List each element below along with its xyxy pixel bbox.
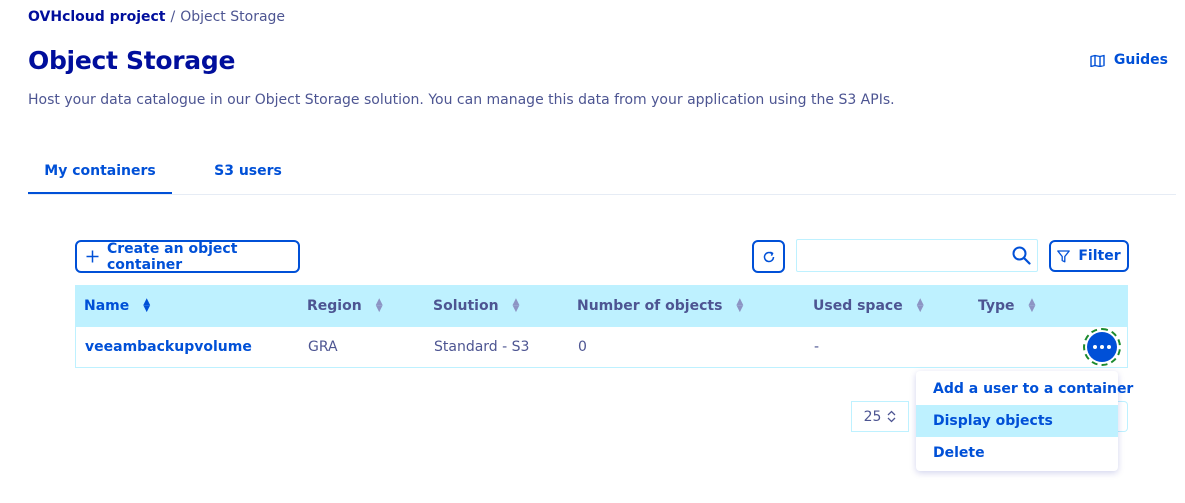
tab-label: My containers [44, 163, 156, 179]
ellipsis-icon [1093, 345, 1097, 349]
search-input[interactable] [797, 241, 1012, 270]
table-row: veeambackupvolume GRA Standard - S3 0 - [75, 327, 1128, 368]
containers-table: Name ▲ ▼ Region ▲ ▼ Solution ▲ ▼ Number of … [75, 285, 1128, 368]
page-title: Object Storage [28, 46, 236, 75]
column-label: Used space [813, 298, 903, 314]
sort-icon: ▲ ▼ [375, 297, 383, 314]
sort-icon: ▲ ▼ [512, 297, 520, 314]
tab-bar: My containers S3 users [28, 163, 1176, 195]
sort-icon: ▲ ▼ [143, 297, 151, 314]
search-box [796, 239, 1038, 272]
row-action-menu: Add a user to a container Display object… [916, 371, 1133, 471]
menu-item-add-user[interactable]: Add a user to a container [916, 373, 1133, 405]
table-header: Name ▲ ▼ Region ▲ ▼ Solution ▲ ▼ Number of … [75, 285, 1128, 327]
row-actions-button[interactable] [1083, 328, 1121, 366]
guides-link[interactable]: Guides [1090, 52, 1168, 68]
sort-icon: ▲ ▼ [916, 297, 924, 314]
search-icon[interactable] [1012, 246, 1031, 265]
column-label: Name [84, 298, 130, 314]
cell-used-space: - [814, 339, 820, 355]
column-header-region[interactable]: Region ▲ ▼ [307, 285, 383, 327]
filter-button[interactable]: Filter [1049, 240, 1129, 272]
filter-icon [1057, 249, 1071, 263]
column-label: Type [978, 298, 1015, 314]
page-description: Host your data catalogue in our Object S… [28, 92, 895, 108]
create-button-label: Create an object container [107, 240, 238, 273]
guides-label: Guides [1113, 52, 1168, 68]
column-label: Region [307, 298, 362, 314]
sort-icon: ▲ ▼ [736, 297, 744, 314]
column-label: Solution [433, 298, 499, 314]
cell-solution: Standard - S3 [434, 339, 530, 355]
filter-label: Filter [1078, 248, 1121, 264]
refresh-button[interactable] [752, 240, 785, 273]
column-header-name[interactable]: Name ▲ ▼ [84, 285, 150, 327]
column-header-type[interactable]: Type ▲ ▼ [978, 285, 1035, 327]
tab-label: S3 users [214, 163, 282, 179]
page-size-value: 25 [863, 408, 882, 425]
cell-region: GRA [308, 339, 338, 355]
breadcrumb: OVHcloud project / Object Storage [28, 9, 285, 25]
column-header-used-space[interactable]: Used space ▲ ▼ [813, 285, 924, 327]
book-icon [1090, 54, 1105, 67]
page-size-select[interactable]: 25 [851, 401, 909, 432]
tab-s3-users[interactable]: S3 users [208, 163, 288, 193]
plus-icon [86, 250, 99, 263]
breadcrumb-current: Object Storage [180, 9, 286, 25]
column-label: Number of objects [577, 298, 723, 314]
create-container-button[interactable]: Create an object container [75, 240, 300, 273]
sort-icon: ▲ ▼ [1028, 297, 1036, 314]
breadcrumb-project-link[interactable]: OVHcloud project [28, 9, 165, 25]
chevron-updown-icon [887, 410, 896, 423]
cell-objects: 0 [578, 339, 587, 355]
breadcrumb-separator: / [170, 9, 176, 25]
column-header-objects[interactable]: Number of objects ▲ ▼ [577, 285, 743, 327]
tab-my-containers[interactable]: My containers [28, 163, 172, 194]
container-name-link[interactable]: veeambackupvolume [85, 327, 252, 367]
menu-item-delete[interactable]: Delete [916, 437, 1118, 469]
menu-item-display-objects[interactable]: Display objects [916, 405, 1118, 437]
refresh-icon [762, 250, 776, 264]
column-header-solution[interactable]: Solution ▲ ▼ [433, 285, 519, 327]
